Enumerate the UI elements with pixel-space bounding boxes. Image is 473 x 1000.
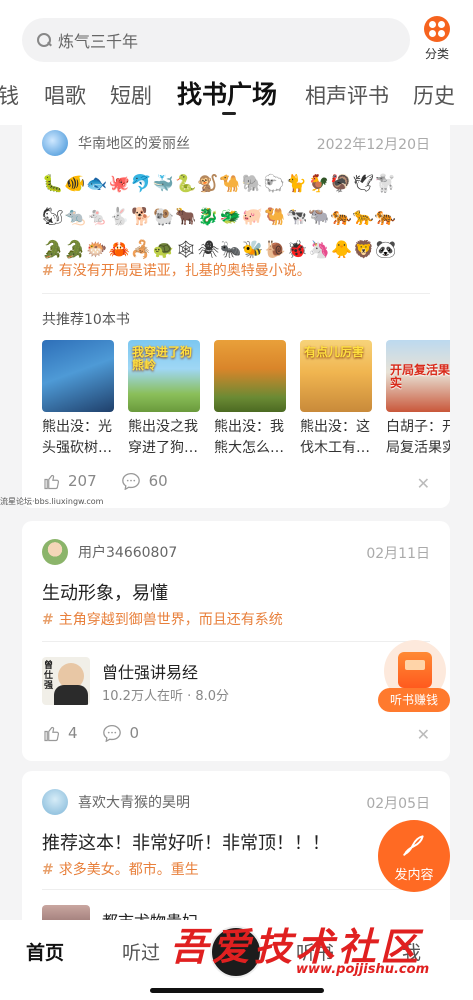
tag-text: 有没有开局是诺亚，扎基的奥特曼小说。 [58, 263, 311, 279]
like-button[interactable]: 207 [42, 472, 97, 490]
search-placeholder: 炼气三千年 [58, 32, 139, 51]
post-date: 02月05日 [366, 796, 430, 812]
comment-button[interactable]: 60 [121, 472, 168, 490]
hash-icon: # [42, 862, 54, 878]
book-title: 熊出没之我穿进了狗… [128, 419, 198, 456]
book-item[interactable]: 开局复活果实 白胡子：开局复活果实 [386, 340, 450, 459]
red-envelope-icon [398, 652, 432, 688]
post-author[interactable]: 华南地区的爱丽丝 [42, 130, 190, 156]
cover-text: 有点儿厉害 [304, 345, 365, 359]
post-actions: 4 0 [42, 724, 163, 742]
nav-home[interactable]: 首页 [26, 938, 64, 965]
book-item[interactable]: 熊出没：光头强砍树… [42, 340, 114, 459]
post-label: 发内容 [394, 868, 434, 883]
post-card[interactable]: 华南地区的爱丽丝 2022年12月20日 🐛🐠🐟🐙🐬🐳🐍🐒🐪🐘🐑🐈🐓🦃🕊🐩 🐿🐀… [22, 118, 450, 508]
active-tab-indicator [222, 112, 236, 115]
book-item[interactable]: 我穿进了狗熊岭 熊出没之我穿进了狗… [128, 340, 200, 459]
header: 炼气三千年 分类 钱 唱歌 短剧 找书广场 相声评书 历史 [0, 0, 473, 125]
cover-text: 我穿进了狗熊岭 [132, 345, 193, 372]
post-text: 生动形象，易懂 [42, 583, 168, 604]
divider [42, 889, 430, 890]
tab-history[interactable]: 历史 [413, 80, 455, 110]
post-tag[interactable]: # 求多美女。都市。重生 [42, 859, 199, 879]
category-label: 分类 [424, 47, 449, 61]
category-icon [424, 16, 450, 42]
post-author[interactable]: 用户34660807 [42, 539, 177, 565]
hash-icon: # [42, 263, 54, 279]
book-list: 熊出没：光头强砍树… 我穿进了狗熊岭 熊出没之我穿进了狗… 熊出没：我熊大怎么…… [42, 340, 450, 470]
post-author[interactable]: 喜欢大青猴的昊明 [42, 789, 190, 815]
tab-book-square[interactable]: 找书广场 [177, 75, 277, 111]
nav-history[interactable]: 听过 [122, 938, 160, 965]
divider [42, 641, 430, 642]
post-tag[interactable]: # 有没有开局是诺亚，扎基的奥特曼小说。 [42, 260, 311, 280]
hash-icon: # [42, 612, 54, 628]
tab-singing[interactable]: 唱歌 [44, 80, 86, 110]
cover-text: 曾仕强 [44, 661, 54, 691]
comment-icon [102, 724, 121, 742]
divider [42, 293, 430, 294]
tag-text: 求多美女。都市。重生 [58, 862, 199, 878]
book-cover: 开局复活果实 [386, 340, 450, 412]
book-cover: 我穿进了狗熊岭 [128, 340, 200, 412]
tab-money[interactable]: 钱 [0, 80, 19, 110]
watermark-text: 流星论坛·bbs.liuxingw.com [0, 497, 104, 506]
book-cover [214, 340, 286, 412]
audio-title: 曾仕强讲易经 [102, 663, 199, 682]
category-button[interactable]: 分类 [419, 16, 455, 62]
book-cover: 有点儿厉害 [300, 340, 372, 412]
like-count: 207 [68, 472, 97, 490]
portrait-body [54, 685, 88, 705]
like-button[interactable]: 4 [42, 724, 78, 742]
avatar [42, 130, 68, 156]
emoji-line: 🐿🐀🐁🐇🐕🐏🐂🐉🐲🐖🐫🐄🐃🐅🐆🐅 [42, 207, 398, 227]
comment-icon [121, 472, 140, 490]
pen-icon [403, 835, 424, 856]
tab-crosstalk[interactable]: 相声评书 [305, 80, 389, 110]
home-indicator [150, 988, 324, 993]
comment-count: 60 [148, 472, 168, 490]
recommend-count: 共推荐10本书 [42, 312, 130, 328]
book-cover [42, 340, 114, 412]
audio-item[interactable]: 曾仕强 曾仕强讲易经 10.2万人在听 · 8.0分 [42, 653, 430, 709]
post-content-button[interactable]: 发内容 [378, 820, 450, 892]
close-icon[interactable]: ✕ [417, 474, 430, 493]
book-title: 白胡子：开局复活果实 [386, 419, 450, 456]
book-title: 熊出没：这伐木工有… [300, 419, 370, 456]
listen-earn-button[interactable]: 听书赚钱 [378, 640, 450, 714]
close-icon[interactable]: ✕ [417, 725, 430, 744]
book-item[interactable]: 有点儿厉害 熊出没：这伐木工有… [300, 340, 372, 459]
avatar [42, 789, 68, 815]
cover-text: 开局复活果实 [390, 363, 450, 390]
avatar [42, 539, 68, 565]
thumbs-up-icon [44, 474, 60, 490]
tab-short-drama[interactable]: 短剧 [110, 80, 152, 110]
like-count: 4 [68, 724, 78, 742]
post-date: 2022年12月20日 [316, 137, 430, 153]
post-tag[interactable]: # 主角穿越到御兽世界，而且还有系统 [42, 609, 283, 629]
thumbs-up-icon [44, 726, 60, 742]
audio-cover: 曾仕强 [42, 657, 90, 705]
search-bar[interactable]: 炼气三千年 [22, 18, 410, 62]
comment-button[interactable]: 0 [102, 724, 140, 742]
audio-listeners: 10.2万人在听 · 8.0分 [102, 689, 230, 704]
emoji-line: 🐛🐠🐟🐙🐬🐳🐍🐒🐪🐘🐑🐈🐓🦃🕊🐩 [42, 174, 398, 194]
book-title: 熊出没：光头强砍树… [42, 419, 112, 456]
post-date: 02月11日 [366, 546, 430, 562]
post-text: 🐛🐠🐟🐙🐬🐳🐍🐒🐪🐘🐑🐈🐓🦃🕊🐩 🐿🐀🐁🐇🐕🐏🐂🐉🐲🐖🐫🐄🐃🐅🐆🐅 🐊🐊🐡🦀🦂🐢… [42, 168, 427, 267]
username: 喜欢大青猴的昊明 [78, 795, 190, 811]
search-icon [36, 32, 52, 48]
post-actions: 207 60 [42, 472, 192, 490]
tab-bar: 钱 唱歌 短剧 找书广场 相声评书 历史 [0, 74, 473, 114]
book-item[interactable]: 熊出没：我熊大怎么… [214, 340, 286, 459]
tag-text: 主角穿越到御兽世界，而且还有系统 [58, 612, 283, 628]
post-text: 推荐这本！非常好听！非常顶！！！ [42, 833, 330, 854]
earn-label: 听书赚钱 [378, 688, 450, 712]
username: 用户34660807 [78, 545, 178, 561]
username: 华南地区的爱丽丝 [78, 136, 190, 152]
watermark-url: www.pojjishu.com [296, 962, 430, 977]
comment-count: 0 [129, 724, 140, 742]
book-title: 熊出没：我熊大怎么… [214, 419, 284, 456]
